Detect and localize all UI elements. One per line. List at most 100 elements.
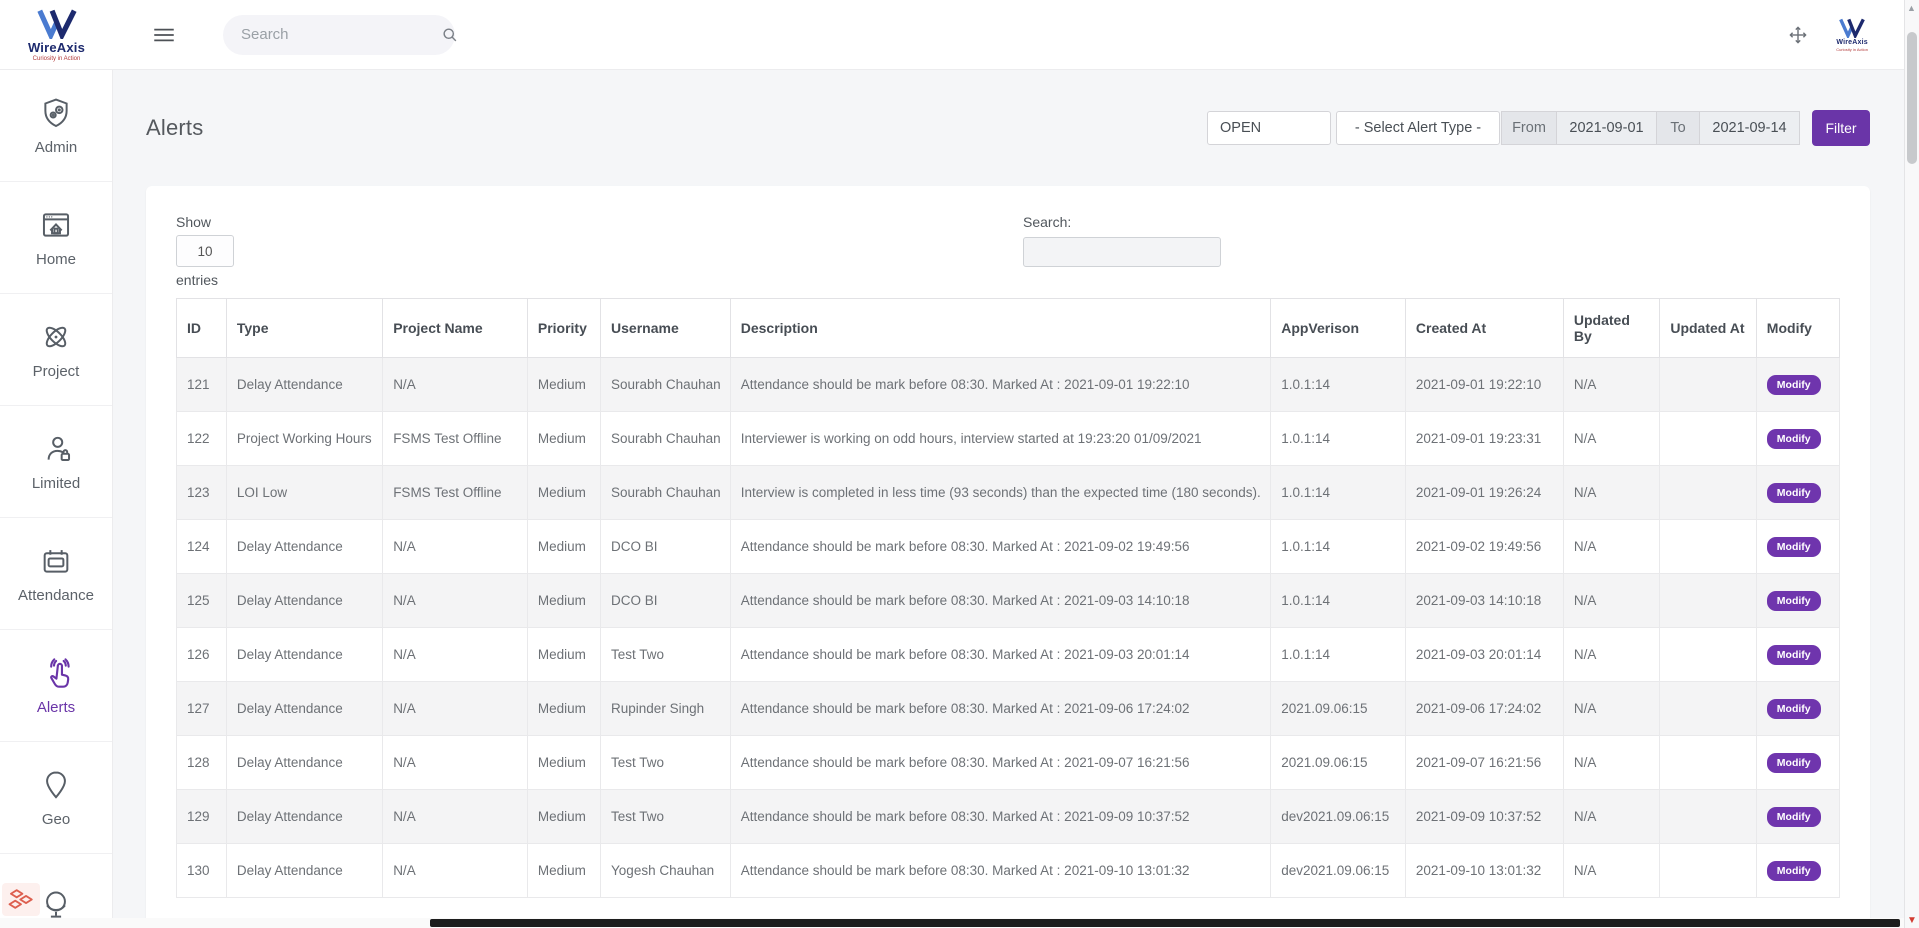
modify-button[interactable]: Modify bbox=[1767, 591, 1821, 611]
table-row: 123 LOI Low FSMS Test Offline Medium Sou… bbox=[177, 466, 1840, 520]
cell-description: Interview is completed in less time (93 … bbox=[730, 466, 1270, 520]
cell-priority: Medium bbox=[527, 466, 600, 520]
scroll-up-arrow-icon[interactable]: ▲ bbox=[1907, 3, 1916, 13]
cell-appversion: 1.0.1:14 bbox=[1271, 520, 1406, 574]
cell-updated-by: N/A bbox=[1563, 736, 1659, 790]
cell-project: FSMS Test Offline bbox=[383, 466, 528, 520]
cell-priority: Medium bbox=[527, 844, 600, 898]
cell-updated-by: N/A bbox=[1563, 358, 1659, 412]
cell-description: Attendance should be mark before 08:30. … bbox=[730, 358, 1270, 412]
col-header-updated-at[interactable]: Updated At bbox=[1660, 299, 1756, 358]
to-date-input[interactable]: 2021-09-14 bbox=[1699, 111, 1800, 145]
mini-brand-name: WireAxis bbox=[1836, 39, 1868, 46]
hamburger-menu-icon[interactable] bbox=[151, 22, 177, 48]
modify-button[interactable]: Modify bbox=[1767, 483, 1821, 503]
col-header-id[interactable]: ID bbox=[177, 299, 227, 358]
modify-button[interactable]: Modify bbox=[1767, 429, 1821, 449]
modify-button[interactable]: Modify bbox=[1767, 807, 1821, 827]
search-icon[interactable] bbox=[440, 25, 460, 45]
main-content: Alerts OPEN - Select Alert Type - From 2… bbox=[113, 70, 1904, 928]
sidebar-item-admin[interactable]: Admin bbox=[0, 70, 112, 182]
cell-updated-by: N/A bbox=[1563, 412, 1659, 466]
status-select[interactable]: OPEN bbox=[1207, 111, 1331, 145]
sidebar-item-alerts[interactable]: Alerts bbox=[0, 630, 112, 742]
cell-username: Test Two bbox=[601, 736, 731, 790]
modify-button[interactable]: Modify bbox=[1767, 537, 1821, 557]
cell-username: DCO BI bbox=[601, 520, 731, 574]
cell-description: Attendance should be mark before 08:30. … bbox=[730, 790, 1270, 844]
alerts-card: Show 10 entries Search: ID bbox=[146, 186, 1870, 928]
cell-type: Project Working Hours bbox=[226, 412, 382, 466]
cell-project: FSMS Test Offline bbox=[383, 412, 528, 466]
cell-updated-at bbox=[1660, 412, 1756, 466]
sidebar-item-label: Geo bbox=[42, 811, 70, 828]
vertical-scrollbar-thumb[interactable] bbox=[1907, 32, 1917, 164]
col-header-updated-by[interactable]: Updated By bbox=[1563, 299, 1659, 358]
scroll-down-arrow-icon[interactable]: ▼ bbox=[1907, 915, 1917, 926]
sidebar-item-geo[interactable]: Geo bbox=[0, 742, 112, 854]
col-header-description[interactable]: Description bbox=[730, 299, 1270, 358]
filter-bar: OPEN - Select Alert Type - From 2021-09-… bbox=[1207, 110, 1870, 146]
vertical-scrollbar[interactable]: ▲ ▼ bbox=[1904, 0, 1919, 928]
modify-button[interactable]: Modify bbox=[1767, 699, 1821, 719]
cell-description: Interviewer is working on odd hours, int… bbox=[730, 412, 1270, 466]
cell-type: Delay Attendance bbox=[226, 520, 382, 574]
app-window: WireAxis Curiosity in Action bbox=[0, 0, 1919, 928]
cell-id: 124 bbox=[177, 520, 227, 574]
topbar-search[interactable] bbox=[223, 15, 455, 55]
page-length-select[interactable]: 10 bbox=[176, 235, 234, 267]
cell-description: Attendance should be mark before 08:30. … bbox=[730, 628, 1270, 682]
globe-icon bbox=[39, 888, 73, 922]
table-row: 122 Project Working Hours FSMS Test Offl… bbox=[177, 412, 1840, 466]
cell-type: Delay Attendance bbox=[226, 574, 382, 628]
cell-appversion: 1.0.1:14 bbox=[1271, 466, 1406, 520]
cell-appversion: 2021.09.06:15 bbox=[1271, 682, 1406, 736]
debug-corner-badge[interactable] bbox=[2, 883, 40, 916]
cell-description: Attendance should be mark before 08:30. … bbox=[730, 574, 1270, 628]
cell-updated-by: N/A bbox=[1563, 574, 1659, 628]
topbar: WireAxis Curiosity in Action bbox=[0, 0, 1904, 70]
sidebar-item-home[interactable]: Home bbox=[0, 182, 112, 294]
horizontal-scrollbar[interactable] bbox=[0, 918, 1904, 928]
cell-description: Attendance should be mark before 08:30. … bbox=[730, 520, 1270, 574]
from-label: From bbox=[1501, 111, 1557, 145]
sidebar-item-limited[interactable]: Limited bbox=[0, 406, 112, 518]
col-header-priority[interactable]: Priority bbox=[527, 299, 600, 358]
cell-created-at: 2021-09-09 10:37:52 bbox=[1405, 790, 1563, 844]
modify-button[interactable]: Modify bbox=[1767, 753, 1821, 773]
table-search-label: Search: bbox=[1023, 214, 1071, 230]
topbar-search-input[interactable] bbox=[241, 26, 440, 43]
col-header-created-at[interactable]: Created At bbox=[1405, 299, 1563, 358]
alerts-table: ID Type Project Name Priority Username D… bbox=[176, 298, 1840, 898]
alert-type-select[interactable]: - Select Alert Type - bbox=[1336, 111, 1500, 145]
sidebar-item-project[interactable]: Project bbox=[0, 294, 112, 406]
horizontal-scrollbar-thumb[interactable] bbox=[430, 919, 1900, 927]
table-search-input[interactable] bbox=[1023, 237, 1221, 267]
cell-type: Delay Attendance bbox=[226, 682, 382, 736]
cell-project: N/A bbox=[383, 574, 528, 628]
filter-button[interactable]: Filter bbox=[1812, 110, 1870, 146]
col-header-modify[interactable]: Modify bbox=[1756, 299, 1839, 358]
col-header-appversion[interactable]: AppVerison bbox=[1271, 299, 1406, 358]
topbar-mini-logo[interactable]: WireAxis Curiosity in Action bbox=[1836, 17, 1868, 52]
modify-button[interactable]: Modify bbox=[1767, 645, 1821, 665]
cell-modify: Modify bbox=[1756, 790, 1839, 844]
col-header-project[interactable]: Project Name bbox=[383, 299, 528, 358]
cell-priority: Medium bbox=[527, 574, 600, 628]
cell-id: 129 bbox=[177, 790, 227, 844]
cell-id: 127 bbox=[177, 682, 227, 736]
table-row: 129 Delay Attendance N/A Medium Test Two… bbox=[177, 790, 1840, 844]
cell-updated-by: N/A bbox=[1563, 520, 1659, 574]
sidebar-item-attendance[interactable]: Attendance bbox=[0, 518, 112, 630]
tap-alert-icon bbox=[39, 656, 73, 690]
from-date-input[interactable]: 2021-09-01 bbox=[1556, 111, 1657, 145]
modify-button[interactable]: Modify bbox=[1767, 375, 1821, 395]
brand-logo[interactable]: WireAxis Curiosity in Action bbox=[0, 7, 113, 62]
sidebar: Admin Home bbox=[0, 70, 113, 928]
move-arrows-icon[interactable] bbox=[1786, 23, 1810, 47]
col-header-username[interactable]: Username bbox=[601, 299, 731, 358]
table-row: 130 Delay Attendance N/A Medium Yogesh C… bbox=[177, 844, 1840, 898]
atom-icon bbox=[39, 320, 73, 354]
col-header-type[interactable]: Type bbox=[226, 299, 382, 358]
modify-button[interactable]: Modify bbox=[1767, 861, 1821, 881]
